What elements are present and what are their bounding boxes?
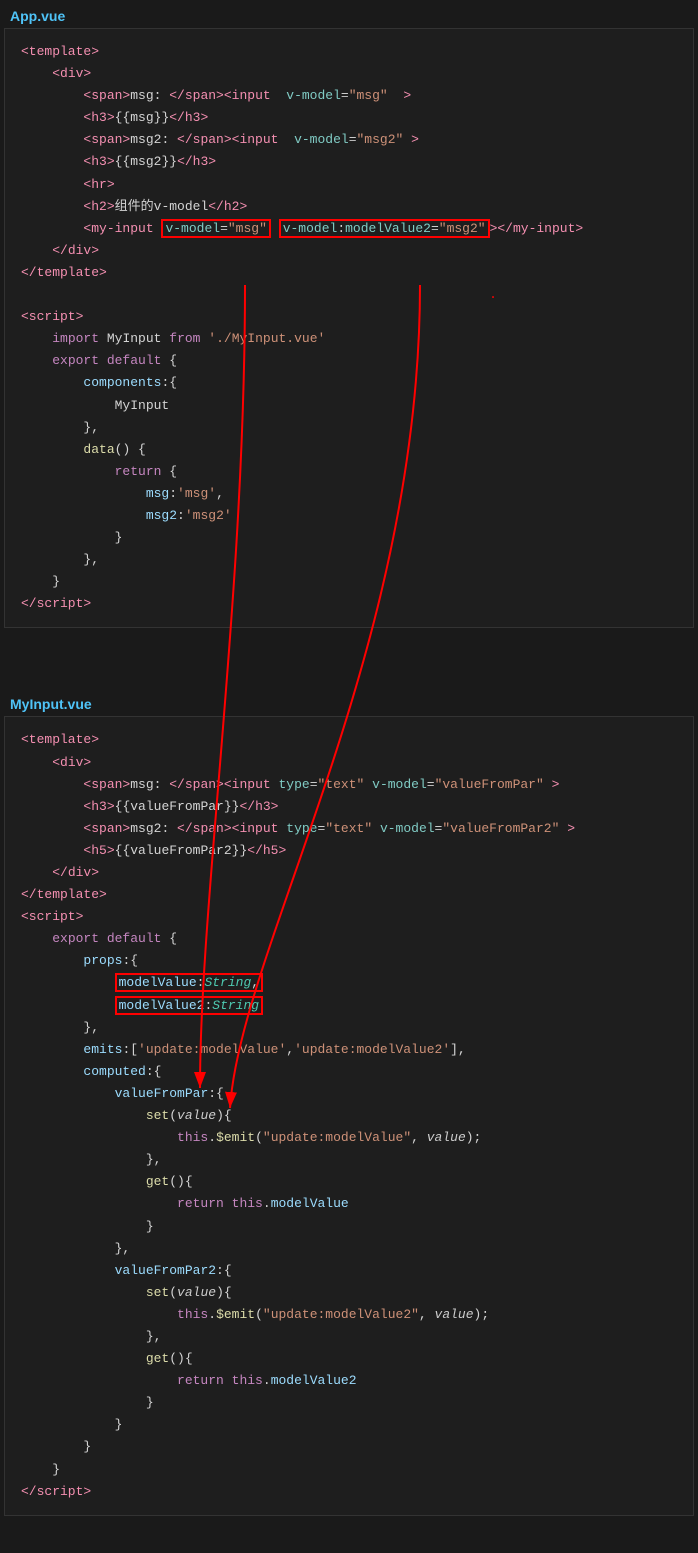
gap-section	[0, 628, 698, 688]
page-wrapper: App.vue <template> <div> <span>msg: </sp…	[0, 0, 698, 1516]
myinput-vue-section: MyInput.vue <template> <div> <span>msg: …	[0, 688, 698, 1515]
app-vue-title: App.vue	[0, 0, 698, 28]
app-vue-code: <template> <div> <span>msg: </span><inpu…	[4, 28, 694, 628]
myinput-vue-code: <template> <div> <span>msg: </span><inpu…	[4, 716, 694, 1515]
app-vue-section: App.vue <template> <div> <span>msg: </sp…	[0, 0, 698, 628]
myinput-vue-title: MyInput.vue	[0, 688, 698, 716]
